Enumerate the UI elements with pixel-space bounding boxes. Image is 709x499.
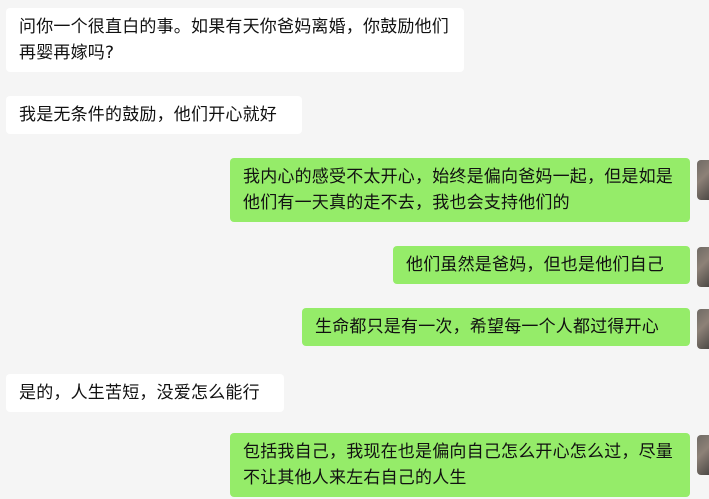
user-avatar[interactable] bbox=[697, 435, 709, 475]
message-bubble-sent[interactable]: 他们虽然是爸妈，但也是他们自己 bbox=[393, 246, 690, 284]
message-bubble-sent[interactable]: 我内心的感受不太开心，始终是偏向爸妈一起，但是如是他们有一天真的走不去，我也会支… bbox=[230, 158, 690, 222]
message-bubble-received[interactable]: 问你一个很直白的事。如果有天你爸妈离婚，你鼓励他们再婴再嫁吗? bbox=[6, 8, 464, 72]
user-avatar[interactable] bbox=[697, 160, 709, 200]
user-avatar[interactable] bbox=[697, 309, 709, 349]
message-bubble-received[interactable]: 我是无条件的鼓励，他们开心就好 bbox=[6, 96, 302, 134]
message-bubble-sent[interactable]: 生命都只是有一次，希望每一个人都过得开心 bbox=[302, 308, 690, 346]
message-bubble-received[interactable]: 是的，人生苦短，没爱怎么能行 bbox=[6, 374, 284, 412]
chat-conversation: 问你一个很直白的事。如果有天你爸妈离婚，你鼓励他们再婴再嫁吗? 我是无条件的鼓励… bbox=[0, 0, 709, 499]
message-bubble-sent[interactable]: 包括我自己，我现在也是偏向自己怎么开心怎么过，尽量不让其他人来左右自己的人生 bbox=[230, 433, 690, 497]
user-avatar[interactable] bbox=[697, 247, 709, 287]
